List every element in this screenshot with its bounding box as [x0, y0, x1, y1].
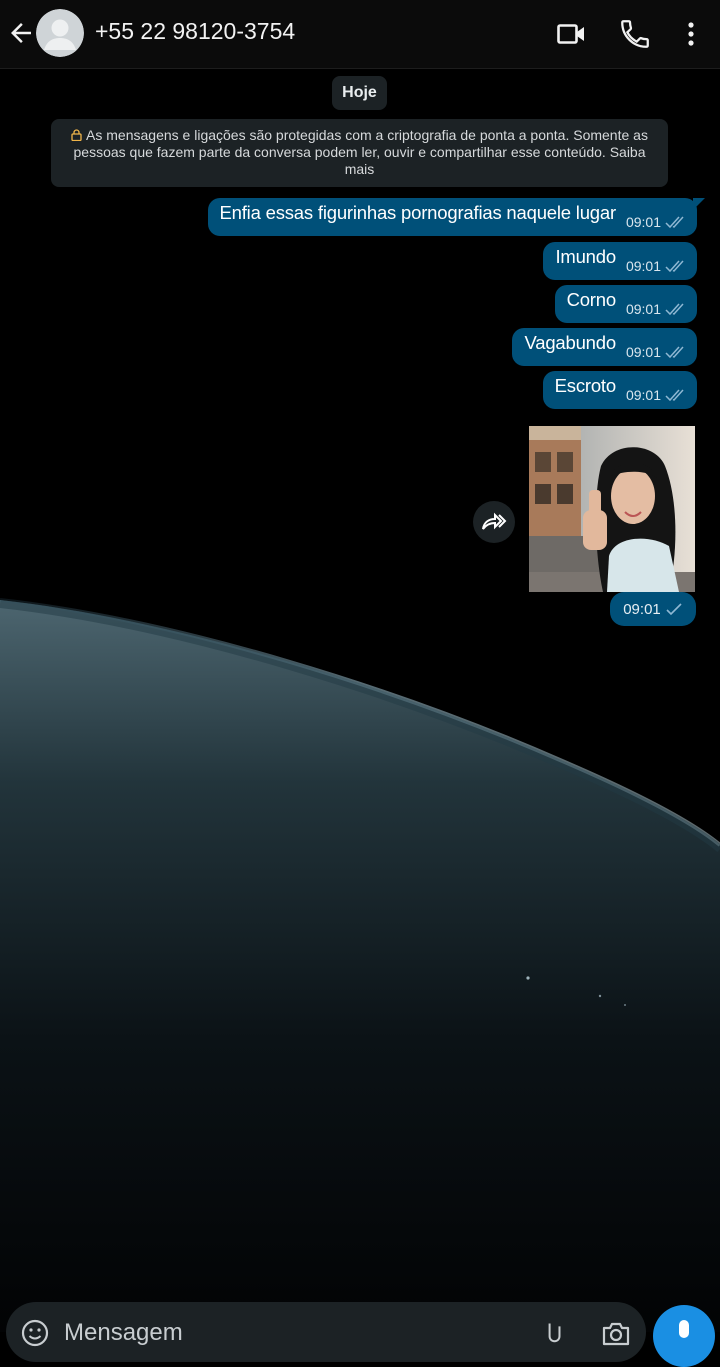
message-bubble[interactable]: Imundo 09:01 [543, 242, 697, 280]
message-time: 09:01 [625, 214, 661, 230]
forward-icon[interactable] [473, 501, 515, 543]
video-call-icon[interactable] [554, 17, 588, 51]
photo-image [529, 426, 695, 592]
emoji-icon[interactable] [20, 1318, 50, 1348]
message-bubble[interactable]: Corno 09:01 [554, 285, 697, 323]
photo-message-time: 09:01 [610, 592, 696, 626]
bubble-tail [693, 198, 705, 210]
microphone-icon [679, 1320, 689, 1338]
message-input[interactable] [62, 1314, 506, 1352]
encryption-notice[interactable]: As mensagens e ligações são protegidas c… [51, 119, 668, 187]
message-bubble[interactable]: Escroto 09:01 [542, 371, 697, 409]
message-text: Escroto [554, 375, 617, 396]
photo-message[interactable] [529, 426, 695, 592]
camera-icon[interactable] [600, 1318, 632, 1348]
more-vert-icon[interactable] [676, 17, 706, 51]
date-chip: Hoje [332, 76, 387, 110]
back-arrow-icon[interactable] [6, 18, 36, 48]
message-bubble[interactable]: Enfia essas figurinhas pornografias naqu… [207, 198, 705, 236]
contact-name[interactable]: +55 22 98120-3754 [95, 18, 295, 45]
message-time: 09:01 [625, 387, 661, 403]
phone-icon[interactable] [618, 17, 652, 51]
message-composer [6, 1302, 646, 1362]
message-time: 09:01 [625, 344, 661, 360]
double-check-icon [665, 216, 684, 229]
paperclip-icon[interactable] [536, 1316, 566, 1348]
message-text: Vagabundo [524, 332, 616, 353]
avatar[interactable] [36, 9, 84, 57]
double-check-icon [665, 346, 684, 359]
message-bubble[interactable]: Vagabundo 09:01 [512, 328, 697, 366]
double-check-icon [665, 303, 684, 316]
double-check-icon [665, 389, 684, 402]
message-time: 09:01 [625, 301, 661, 317]
encryption-notice-text: As mensagens e ligações são protegidas c… [73, 127, 648, 177]
message-text: Corno [566, 289, 617, 310]
chat-header: +55 22 98120-3754 [0, 0, 720, 69]
message-text: Imundo [555, 246, 616, 267]
message-time: 09:01 [625, 258, 661, 274]
microphone-button[interactable] [653, 1305, 715, 1367]
double-check-icon [665, 260, 684, 273]
check-icon [666, 603, 682, 616]
lock-icon [71, 128, 82, 142]
message-text: Enfia essas figurinhas pornografias naqu… [219, 202, 617, 223]
message-time: 09:01 [623, 600, 661, 618]
